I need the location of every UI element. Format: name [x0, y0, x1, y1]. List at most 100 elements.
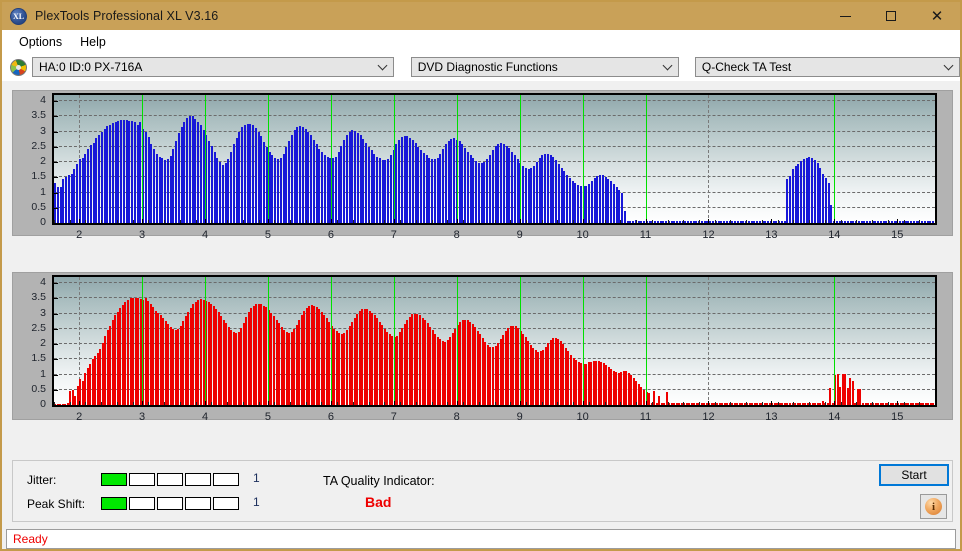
- marker-line: [834, 277, 836, 405]
- x-axis-minor-tick: [494, 220, 496, 223]
- marker-line: [205, 95, 207, 223]
- chart-bar: [511, 151, 514, 223]
- x-axis-minor-tick: [148, 402, 150, 405]
- chart-bar: [100, 131, 103, 223]
- chart-bar: [436, 157, 439, 223]
- chart-bar: [629, 221, 632, 223]
- chart-bar: [469, 155, 472, 223]
- x-axis-minor-tick: [463, 220, 465, 223]
- chart-bar: [356, 132, 359, 223]
- chart-bar: [541, 155, 544, 223]
- ta-chart-top: 0 0.5 1 1.5 2 2.5 3 3.5 4 2 3 4 5 6 7 8 9 10 11 12 13 14 15: [12, 90, 953, 256]
- chart-bar: [376, 156, 379, 223]
- y-axis-tick: [54, 344, 58, 346]
- chart-bar: [158, 156, 161, 223]
- chart-bar: [835, 221, 838, 223]
- x-axis-minor-tick: [510, 402, 512, 405]
- start-button[interactable]: Start: [879, 464, 949, 486]
- chart-bar: [439, 153, 442, 223]
- y-axis-tick: [54, 192, 58, 194]
- chart-bar: [54, 183, 56, 223]
- chart-bar: [868, 221, 871, 223]
- peak-shift-label: Peak Shift:: [27, 497, 86, 511]
- menu-item-options[interactable]: Options: [10, 33, 71, 51]
- y-axis-tick-label: 3.5: [31, 109, 46, 122]
- chart-bar: [734, 221, 737, 223]
- x-axis-minor-tick: [730, 402, 732, 405]
- chart-bar: [433, 159, 436, 223]
- chart-bar: [288, 140, 291, 223]
- chart-bar: [166, 159, 169, 223]
- chart-bar: [841, 221, 844, 223]
- x-axis-tick: [897, 401, 899, 405]
- chart-bar: [398, 140, 401, 223]
- x-axis-tick-label: 2: [76, 411, 83, 423]
- chart-bar: [175, 141, 178, 223]
- y-axis-tick: [54, 359, 58, 361]
- marker-line: [393, 95, 395, 223]
- test-select[interactable]: Q-Check TA Test: [694, 57, 960, 77]
- chart-bar: [128, 120, 131, 223]
- x-axis-minor-tick: [872, 402, 874, 405]
- maximize-icon: [886, 11, 896, 21]
- chart-bar: [797, 163, 800, 223]
- function-select[interactable]: DVD Diagnostic Functions: [410, 57, 679, 77]
- drive-select[interactable]: HA:0 ID:0 PX-716A: [31, 57, 394, 77]
- x-axis-minor-tick: [368, 402, 370, 405]
- x-axis-tick-label: 10: [576, 411, 589, 423]
- x-axis-minor-tick: [699, 220, 701, 223]
- chevron-down-icon: [662, 60, 673, 71]
- x-axis-tick: [393, 401, 395, 405]
- chart-bar: [472, 158, 475, 223]
- jitter-segment: [157, 473, 183, 486]
- x-axis-tick-label: 4: [201, 229, 209, 241]
- x-axis-tick-label: 14: [828, 411, 841, 423]
- chart-bar: [824, 177, 827, 223]
- chart-bar: [568, 177, 571, 223]
- marker-line: [330, 277, 332, 405]
- chart-bar: [851, 380, 854, 405]
- marker-line: [519, 95, 521, 223]
- chart-bar: [552, 157, 555, 223]
- chart-bar: [296, 127, 299, 223]
- chart-bar: [907, 221, 910, 223]
- y-axis-tick: [54, 177, 58, 179]
- close-button[interactable]: ✕: [914, 2, 960, 30]
- x-axis-tick: [708, 401, 710, 405]
- x-axis-tick: [834, 401, 836, 405]
- gridline-horizontal: [54, 115, 935, 117]
- chart-bar: [268, 151, 271, 223]
- info-button[interactable]: i: [920, 494, 947, 519]
- jitter-segment: [129, 473, 155, 486]
- chart-bar: [406, 136, 409, 223]
- chart-bar: [475, 160, 478, 223]
- x-axis-minor-tick: [274, 402, 276, 405]
- chart-bar: [786, 178, 789, 223]
- chart-bar: [243, 124, 246, 223]
- y-axis-tick-label: 3: [40, 306, 46, 319]
- chart-bar: [409, 137, 412, 223]
- chart-bar: [890, 221, 893, 223]
- chart-bar: [676, 221, 679, 223]
- x-axis-minor-tick: [116, 402, 118, 405]
- chart-bar: [684, 221, 687, 223]
- x-axis-minor-tick: [887, 220, 889, 223]
- chart-bar: [315, 144, 318, 223]
- chart-bar: [411, 140, 414, 223]
- chart-bar: [764, 221, 767, 223]
- x-axis-minor-tick: [431, 402, 433, 405]
- chart-bar: [477, 162, 480, 223]
- chart-bar: [103, 128, 106, 223]
- chart-bar: [238, 131, 241, 223]
- menu-item-help[interactable]: Help: [71, 33, 115, 51]
- minimize-button[interactable]: [822, 2, 868, 30]
- x-axis-minor-tick: [101, 220, 103, 223]
- chart-bar: [687, 221, 690, 223]
- maximize-button[interactable]: [868, 2, 914, 30]
- minimize-icon: [839, 15, 851, 17]
- x-axis-tick-label: 9: [516, 229, 523, 241]
- x-axis-tick: [708, 219, 710, 223]
- x-axis-minor-tick: [746, 402, 748, 405]
- chart-bar: [535, 162, 538, 223]
- chart-bar: [846, 221, 849, 223]
